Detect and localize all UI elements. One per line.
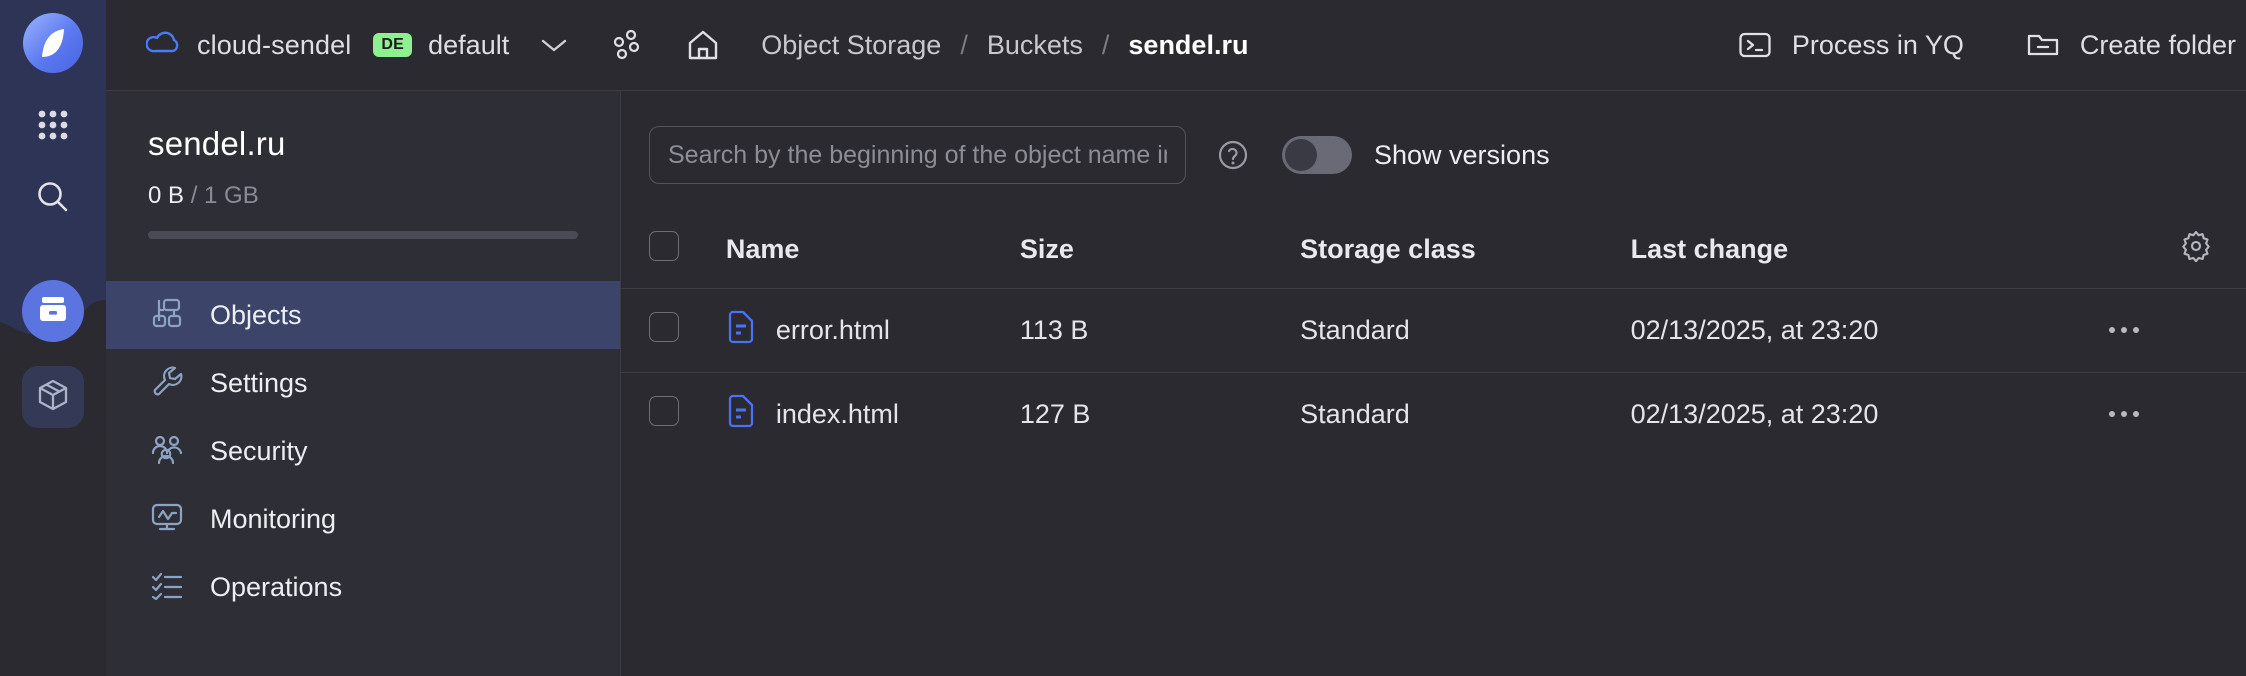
toggle-knob (1285, 139, 1317, 171)
sidebar-item-global-search[interactable] (22, 168, 84, 230)
home-icon[interactable] (685, 27, 721, 63)
package-box-icon (35, 377, 71, 418)
row-actions-cell (2109, 287, 2246, 372)
search-icon (34, 178, 72, 221)
table-settings-header (2109, 212, 2246, 288)
bucket-quota: 0 B / 1 GB (106, 182, 620, 210)
more-horizontal-icon[interactable] (2109, 327, 2246, 333)
breadcrumb-current: sendel.ru (1128, 29, 1249, 60)
row-last-change-cell: 02/13/2025, at 23:20 (1630, 371, 2110, 456)
html-file-icon (726, 394, 756, 435)
row-checkbox[interactable] (649, 395, 679, 426)
row-checkbox[interactable] (649, 311, 679, 342)
row-name-cell: error.html (725, 287, 1020, 372)
table-row[interactable]: error.html 113 B Standard 02/13/2025, at… (621, 287, 2246, 372)
bucket-sidebar: sendel.ru 0 B / 1 GB Objects Settings Se… (106, 91, 621, 676)
process-in-yq-button[interactable]: Process in YQ (1738, 30, 1964, 61)
quota-used: 0 B (148, 182, 185, 209)
sidebar-item-label: Monitoring (210, 503, 337, 534)
bucket-nav: Objects Settings Security Monitoring Ope… (106, 281, 620, 621)
row-name-cell: index.html (725, 371, 1020, 456)
toggle-track[interactable] (1282, 136, 1352, 174)
sidebar-item-label: Objects (210, 299, 302, 330)
monitor-chart-icon (150, 500, 184, 539)
breadcrumb-separator: / (1101, 29, 1110, 60)
sidebar-item-object-storage[interactable] (22, 280, 84, 342)
services-dots-icon[interactable] (609, 27, 645, 63)
column-header-storage-class[interactable]: Storage class (1300, 212, 1630, 288)
folder-badge: DE (373, 33, 413, 57)
top-bar-actions: Process in YQ Create folder (1676, 30, 2246, 61)
table-header-row: Name Size Storage class Last change (621, 212, 2246, 288)
sidebar-item-security[interactable]: Security (106, 417, 620, 485)
html-file-icon (726, 310, 756, 351)
breadcrumb-item-object-storage[interactable]: Object Storage (761, 30, 941, 61)
gear-icon[interactable] (2180, 231, 2212, 268)
main-column: cloud-sendel DE default Object Storage /… (106, 0, 2246, 676)
row-size-cell: 113 B (1019, 287, 1301, 372)
object-name[interactable]: error.html (776, 315, 890, 346)
process-in-yq-label: Process in YQ (1791, 29, 1964, 60)
row-storage-class-cell: Standard (1300, 287, 1631, 372)
sidebar-item-label: Security (210, 435, 308, 466)
row-size-cell: 127 B (1019, 371, 1301, 456)
select-all-header (621, 212, 726, 288)
page-body: sendel.ru 0 B / 1 GB Objects Settings Se… (106, 91, 2246, 676)
search-input[interactable] (649, 126, 1186, 184)
row-actions-cell (2109, 371, 2246, 456)
column-header-last-change[interactable]: Last change (1631, 212, 2110, 288)
row-select-cell (621, 287, 726, 372)
apps-grid-icon (35, 107, 71, 148)
folder-name: default (428, 29, 510, 60)
table-row[interactable]: index.html 127 B Standard 02/13/2025, at… (621, 371, 2246, 456)
row-storage-class-cell: Standard (1300, 371, 1631, 456)
checklist-icon (150, 568, 184, 607)
objects-table: Name Size Storage class Last change erro… (621, 212, 2246, 456)
sidebar-item-objects[interactable]: Objects (106, 281, 620, 349)
wrench-icon (150, 364, 184, 403)
sidebar-item-label: Operations (210, 571, 343, 602)
bucket-name: sendel.ru (148, 125, 286, 162)
more-horizontal-icon[interactable] (2109, 411, 2246, 418)
object-storage-page: cloud-sendel DE default Object Storage /… (0, 0, 2246, 676)
quota-progress-bar (148, 231, 578, 239)
sidebar-item-all-services[interactable] (22, 96, 84, 158)
show-versions-toggle[interactable]: Show versions (1282, 136, 1550, 174)
sidebar-item-label: Settings (210, 367, 308, 398)
objects-toolbar: Show versions (621, 91, 2246, 184)
left-icon-rail (0, 0, 106, 676)
chevron-down-icon[interactable] (539, 36, 569, 54)
terminal-icon (1738, 31, 1772, 59)
breadcrumb-item-buckets[interactable]: Buckets (987, 30, 1083, 61)
top-bar: cloud-sendel DE default Object Storage /… (106, 0, 2246, 91)
folder-plus-icon (2026, 31, 2060, 59)
row-select-cell (621, 371, 726, 456)
show-versions-label: Show versions (1374, 139, 1550, 170)
breadcrumb-separator: / (960, 29, 968, 60)
yandex-cloud-logo[interactable] (22, 12, 84, 74)
create-folder-label: Create folder (2079, 29, 2236, 60)
cloud-name: cloud-sendel (197, 29, 352, 60)
create-folder-button[interactable]: Create folder (2026, 30, 2246, 61)
users-shield-icon (150, 432, 184, 471)
sidebar-item-settings[interactable]: Settings (106, 349, 620, 417)
sidebar-item-monitoring[interactable]: Monitoring (106, 485, 620, 553)
select-all-checkbox[interactable] (649, 231, 679, 262)
question-circle-icon[interactable] (1216, 138, 1250, 172)
object-storage-icon (36, 292, 70, 331)
column-header-size[interactable]: Size (1020, 212, 1300, 288)
column-header-name[interactable]: Name (726, 212, 1020, 288)
objects-tree-icon (150, 296, 184, 335)
object-name[interactable]: index.html (776, 399, 899, 430)
objects-panel: Show versions Name Size Storage class La… (621, 91, 2246, 676)
sidebar-item-container-registry[interactable] (22, 366, 84, 428)
cloud-icon (145, 30, 180, 61)
breadcrumb: Object Storage / Buckets / sendel.ru (761, 30, 1248, 61)
row-last-change-cell: 02/13/2025, at 23:20 (1630, 287, 2110, 372)
quota-total: / 1 GB (190, 182, 259, 209)
cloud-folder-selector[interactable]: cloud-sendel DE default (106, 30, 569, 61)
sidebar-item-operations[interactable]: Operations (106, 553, 620, 621)
